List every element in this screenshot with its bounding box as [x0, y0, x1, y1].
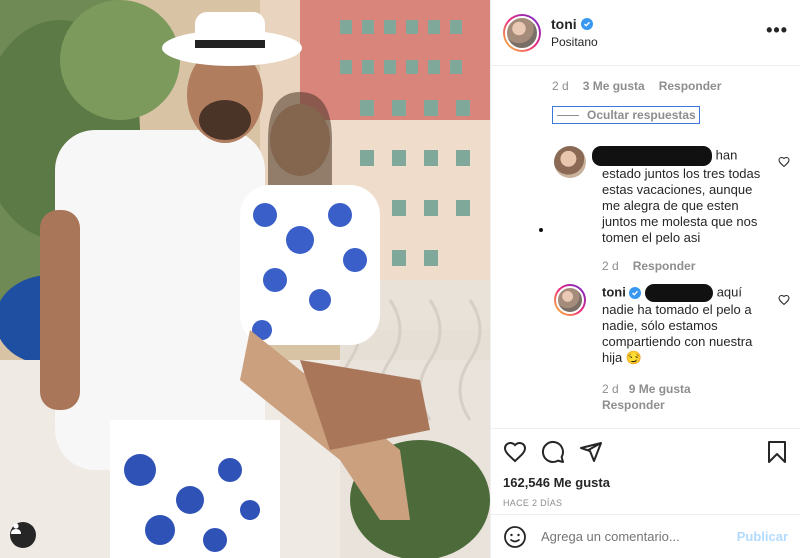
- like-comment-heart-icon[interactable]: [778, 294, 790, 306]
- post-time[interactable]: HACE 2 DÍAS: [503, 498, 788, 508]
- comment-time[interactable]: 2 d: [552, 79, 569, 93]
- heart-icon[interactable]: [503, 440, 527, 464]
- comment-likes[interactable]: 9 Me gusta: [629, 382, 691, 396]
- hide-replies-label: Ocultar respuestas: [587, 108, 696, 122]
- action-icons: [503, 439, 788, 465]
- share-icon[interactable]: [579, 440, 603, 464]
- redacted-username: [592, 146, 712, 166]
- author-info: toni Positano: [551, 16, 766, 49]
- author-username-row: toni: [551, 16, 766, 32]
- author-avatar[interactable]: [503, 13, 541, 52]
- comment-composer: Publicar: [491, 514, 800, 558]
- commenter-avatar[interactable]: [554, 146, 586, 178]
- post-comment-button[interactable]: Publicar: [737, 529, 788, 544]
- post-header: toni Positano •••: [491, 0, 800, 66]
- author-reply-username[interactable]: toni: [602, 284, 626, 299]
- comment-icon[interactable]: [541, 440, 565, 464]
- bookmark-icon[interactable]: [766, 440, 788, 464]
- post-location[interactable]: Positano: [551, 35, 766, 49]
- reply-button[interactable]: Responder: [633, 259, 696, 273]
- author-reply-comment: toni aquí nadie ha tomado el pelo a nadi…: [554, 284, 772, 366]
- comment-time[interactable]: 2 d: [602, 259, 619, 273]
- author-username[interactable]: toni: [551, 16, 577, 32]
- comment-time[interactable]: 2 d: [602, 382, 619, 396]
- user-tag-button[interactable]: [10, 522, 36, 548]
- reply-button[interactable]: Responder: [659, 79, 722, 93]
- divider-line: [557, 114, 579, 116]
- reply2-meta: 2 d 9 Me gusta Responder: [602, 382, 762, 412]
- verified-icon: [629, 287, 642, 300]
- more-icon[interactable]: •••: [766, 21, 788, 45]
- author-reply-avatar[interactable]: [554, 284, 586, 316]
- parent-comment-meta: 2 d 3 Me gusta Responder: [552, 79, 721, 93]
- reply1-meta: 2 d Responder: [602, 259, 695, 273]
- comments-area: 2 d 3 Me gusta Responder Ocultar respues…: [491, 66, 800, 428]
- emoji-icon[interactable]: [503, 525, 527, 549]
- post-side-panel: toni Positano ••• 2 d 3 Me gusta Respond…: [490, 0, 800, 558]
- author-reply-body: toni aquí nadie ha tomado el pelo a nadi…: [602, 284, 772, 366]
- comment-likes[interactable]: 3 Me gusta: [583, 79, 645, 93]
- user-tag-icon: [11, 523, 21, 534]
- instagram-post-view: toni Positano ••• 2 d 3 Me gusta Respond…: [0, 0, 800, 558]
- cursor-dot: [539, 228, 543, 232]
- reply-comment-body: han estado juntos los tres todas estas v…: [592, 146, 772, 246]
- post-photo[interactable]: [0, 0, 490, 558]
- likes-count[interactable]: 162,546 Me gusta: [503, 475, 788, 490]
- verified-icon: [580, 18, 593, 30]
- reply-button[interactable]: Responder: [602, 398, 665, 412]
- photo-illustration: [0, 0, 490, 558]
- reply-comment: han estado juntos los tres todas estas v…: [554, 146, 772, 246]
- like-comment-heart-icon[interactable]: [778, 156, 790, 168]
- comment-input[interactable]: [541, 529, 737, 544]
- redacted-mention: [645, 284, 714, 302]
- hide-replies-button[interactable]: Ocultar respuestas: [552, 106, 700, 124]
